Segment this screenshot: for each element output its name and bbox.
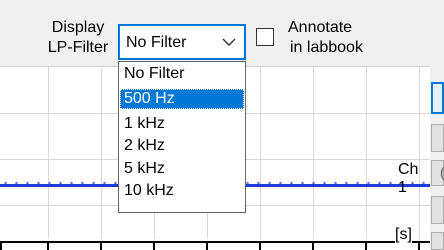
x-axis-tick: [206, 243, 208, 250]
x-axis-tick: [259, 243, 261, 250]
side-button-4[interactable]: [431, 196, 444, 224]
x-axis-tick: [0, 243, 2, 250]
annotate-label[interactable]: Annotate in labbook: [288, 18, 363, 58]
grid-line: [101, 67, 102, 239]
filter-option-500hz[interactable]: 500 Hz: [120, 89, 244, 109]
filter-option-10khz[interactable]: 10 kHz: [120, 181, 244, 201]
grid-line: [48, 67, 49, 239]
time-unit-label: [s]: [395, 226, 412, 244]
filter-option-2khz[interactable]: 2 kHz: [120, 136, 244, 156]
x-axis-tick: [312, 243, 314, 250]
display-lp-filter-label: Display LP-Filter: [38, 18, 118, 58]
side-button-5[interactable]: [431, 232, 444, 250]
x-axis-tick: [47, 243, 49, 250]
x-axis-tick: [365, 243, 367, 250]
lp-filter-dropdown-list[interactable]: No Filter 500 Hz 1 kHz 2 kHz 5 kHz 10 kH…: [118, 61, 246, 213]
lp-filter-panel: Display LP-Filter No Filter Annotate in …: [0, 0, 444, 250]
channel-label: Ch 1: [398, 161, 419, 196]
side-button-1[interactable]: [431, 82, 444, 114]
display-label-line-1: Display: [51, 19, 105, 36]
annotate-label-line-1: Annotate: [288, 19, 353, 36]
filter-option-5khz[interactable]: 5 kHz: [120, 159, 244, 179]
grid-line: [260, 67, 261, 239]
annotate-label-line-2: in labbook: [290, 39, 363, 56]
x-axis-tick: [153, 243, 155, 250]
x-axis-tick: [418, 243, 420, 250]
filter-option-1khz[interactable]: 1 kHz: [120, 114, 244, 134]
combobox-value: No Filter: [126, 34, 187, 51]
side-partial-text: (: [440, 164, 444, 180]
x-axis-tick: [100, 243, 102, 250]
filter-option-no-filter[interactable]: No Filter: [120, 64, 244, 84]
side-button-2[interactable]: [431, 124, 444, 152]
grid-line: [419, 67, 420, 239]
annotate-checkbox[interactable]: [256, 28, 274, 46]
grid-line: [313, 67, 314, 239]
display-label-line-2: LP-Filter: [47, 39, 109, 56]
chevron-down-icon[interactable]: [222, 36, 236, 48]
grid-line: [366, 67, 367, 239]
lp-filter-combobox[interactable]: No Filter: [118, 24, 246, 60]
